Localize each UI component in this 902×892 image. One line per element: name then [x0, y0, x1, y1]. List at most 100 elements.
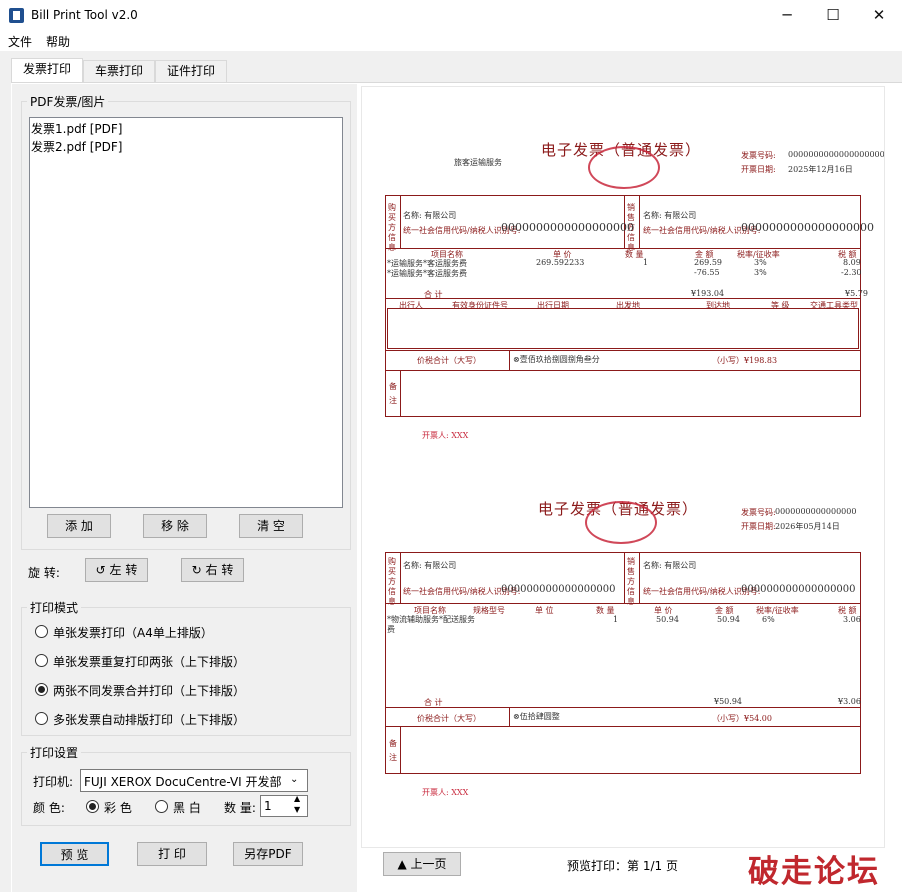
color-option-label[interactable]: 彩 色	[104, 799, 132, 816]
close-button[interactable]: ✕	[856, 0, 902, 31]
bw-radio[interactable]	[155, 800, 168, 813]
invoice2-seller-tag: 销售方信息	[627, 557, 635, 606]
mode-radio-merge[interactable]	[35, 683, 48, 696]
invoice2-col: 单 位	[535, 606, 554, 615]
invoice1-total-amount: ¥193.04	[691, 289, 725, 298]
remove-button[interactable]: 移 除	[143, 514, 207, 538]
menu-help[interactable]: 帮助	[46, 33, 70, 50]
table-cell: 1	[643, 258, 649, 267]
printer-select[interactable]: FUJI XEROX DocuCentre-VI 开发部 ⌄	[80, 769, 308, 792]
menu-file[interactable]: 文件	[8, 33, 32, 50]
invoice2-seller: 名称: 有限公司	[643, 561, 697, 570]
invoice2-sum-label: 价税合计（大写）	[417, 714, 481, 723]
invoice1-buyer: 名称: 有限公司	[403, 211, 457, 220]
invoice1-sum-words: ⊗壹佰玖拾捌圆捌角叁分	[513, 355, 600, 364]
menu-bar: 文件 帮助	[0, 31, 902, 51]
rotate-right-button[interactable]: ↻ 右 转	[181, 558, 244, 582]
title-bar: Bill Print Tool v2.0 ─ ☐ ✕	[0, 0, 902, 31]
table-cell: 3%	[754, 268, 767, 277]
table-cell: 1	[613, 615, 619, 624]
invoice2-buyer-tag: 购买方信息	[388, 557, 396, 606]
invoice2-tax-no: 000000000000000000	[501, 584, 616, 595]
printer-label: 打印机:	[33, 775, 74, 789]
invoice1-remark: 备注	[389, 382, 397, 405]
invoice2-sum-words: ⊗伍拾肆圆整	[513, 712, 560, 721]
printer-value: FUJI XEROX DocuCentre-VI 开发部	[84, 775, 282, 789]
invoice2-col: 规格型号	[473, 606, 505, 615]
table-cell: 8.09	[843, 258, 861, 267]
print-button[interactable]: 打 印	[137, 842, 207, 866]
invoice2-buyer: 名称: 有限公司	[403, 561, 457, 570]
app-icon	[9, 8, 24, 23]
preview-button[interactable]: 预 览	[40, 842, 109, 866]
table-cell: 3.06	[843, 615, 861, 624]
invoice1-issuer: 开票人: XXX	[422, 431, 469, 440]
add-button[interactable]: 添 加	[47, 514, 111, 538]
table-cell: -76.55	[694, 268, 720, 277]
invoice2-no: 0000000000000000	[775, 507, 857, 516]
table-row: *物流辅助服务*配送服务费	[387, 615, 475, 634]
invoice2-col: 数 量	[596, 606, 615, 615]
table-cell: 50.94	[717, 615, 740, 624]
table-cell: 50.94	[656, 615, 679, 624]
window-title: Bill Print Tool v2.0	[31, 8, 138, 22]
table-cell: 3%	[754, 258, 767, 267]
maximize-button[interactable]: ☐	[810, 0, 856, 31]
table-cell: 6%	[762, 615, 775, 624]
quantity-label: 数 量:	[224, 801, 256, 815]
invoice1-buyer-tag: 购买方信息	[388, 203, 396, 252]
table-cell: 269.59	[694, 258, 722, 267]
invoice1-no: 00000000000000000000	[788, 150, 885, 159]
invoice1-sum-label: 价税合计（大写）	[417, 356, 481, 365]
table-cell: -2.30	[841, 268, 862, 277]
save-pdf-button[interactable]: 另存PDF	[233, 842, 303, 866]
mode-label-single[interactable]: 单张发票打印（A4单上排版）	[53, 624, 213, 641]
invoice2-remark: 备注	[389, 739, 397, 762]
mode-label-repeat[interactable]: 单张发票重复打印两张（上下排版）	[53, 653, 245, 670]
tab-invoice-print[interactable]: 发票打印	[11, 58, 83, 83]
quantity-value: 1	[264, 799, 272, 813]
tab-ticket-print[interactable]: 车票打印	[83, 60, 155, 82]
invoice2-issuer: 开票人: XXX	[422, 788, 469, 797]
spin-down-icon[interactable]: ▼	[294, 805, 300, 814]
invoice2-no-label: 发票号码:	[741, 508, 776, 517]
invoice2-sum-num: （小写）¥54.00	[712, 714, 772, 723]
invoice1-seal	[588, 146, 660, 189]
quantity-stepper[interactable]: 1 ▲ ▼	[260, 794, 308, 817]
invoice1-sum-num: （小写）¥198.83	[712, 356, 778, 365]
invoice1-seller: 名称: 有限公司	[643, 211, 697, 220]
invoice1-no-label: 发票号码:	[741, 151, 776, 160]
file-list[interactable]: 发票1.pdf [PDF] 发票2.pdf [PDF]	[29, 117, 343, 508]
print-settings-title: 打印设置	[27, 744, 82, 761]
page-status: 预览打印：第 1/1 页	[567, 859, 678, 873]
mode-label-merge[interactable]: 两张不同发票合并打印（上下排版）	[53, 682, 245, 699]
color-radio[interactable]	[86, 800, 99, 813]
travel-box	[387, 308, 859, 349]
spin-up-icon[interactable]: ▲	[294, 794, 300, 803]
mode-radio-repeat[interactable]	[35, 654, 48, 667]
minimize-button[interactable]: ─	[764, 0, 810, 31]
invoice1-col: 数 量	[625, 250, 644, 259]
list-item[interactable]: 发票1.pdf [PDF]	[31, 120, 122, 137]
invoice2-seal	[585, 501, 657, 544]
invoice2-date-label: 开票日期:	[741, 522, 776, 531]
color-label: 颜 色:	[33, 801, 65, 815]
rotate-left-button[interactable]: ↺ 左 转	[85, 558, 148, 582]
list-item[interactable]: 发票2.pdf [PDF]	[31, 138, 122, 155]
invoice-preview: 电子发票（普通发票） 旅客运输服务 发票号码: 0000000000000000…	[361, 86, 885, 848]
invoice1-date-label: 开票日期:	[741, 165, 776, 174]
bw-option-label[interactable]: 黑 白	[173, 799, 201, 816]
mode-label-auto[interactable]: 多张发票自动排版打印（上下排版）	[53, 711, 245, 728]
table-cell: 269.592233	[536, 258, 585, 267]
file-group-title: PDF发票/图片	[27, 93, 109, 110]
clear-button[interactable]: 清 空	[239, 514, 303, 538]
invoice2-total-amount: ¥50.94	[714, 697, 742, 706]
invoice1-tax-no: 0000000000000000000	[501, 221, 634, 234]
invoice2-date: 2026年05月14日	[775, 522, 840, 531]
mode-radio-single[interactable]	[35, 625, 48, 638]
mode-radio-auto[interactable]	[35, 712, 48, 725]
rotate-label: 旋 转:	[28, 566, 60, 580]
prev-page-button[interactable]: ▲ 上一页	[383, 852, 461, 876]
print-mode-title: 打印模式	[27, 599, 82, 616]
tab-id-print[interactable]: 证件打印	[155, 60, 227, 82]
